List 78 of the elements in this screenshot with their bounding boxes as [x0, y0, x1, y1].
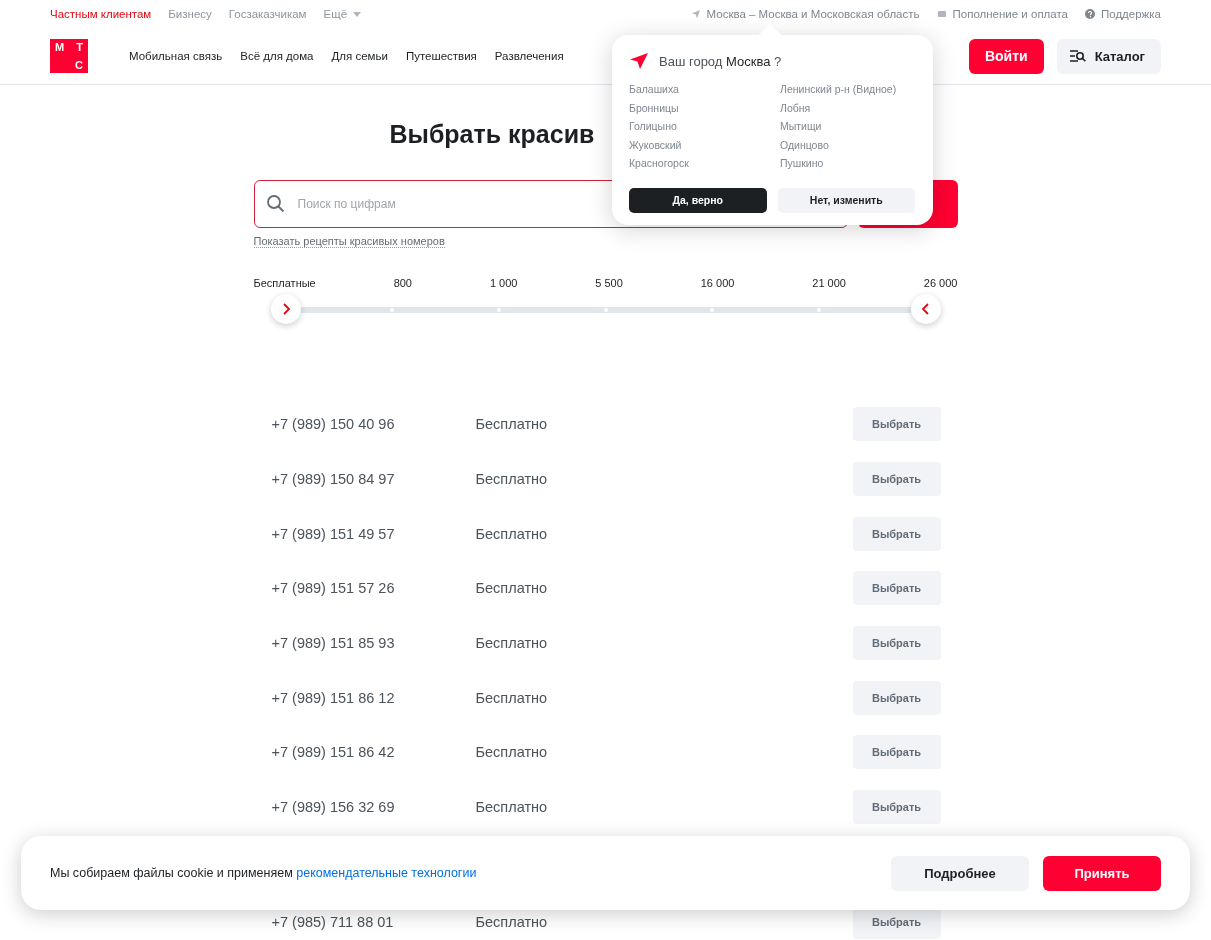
number-price: Бесплатно — [475, 416, 549, 433]
caret-icon — [353, 12, 362, 18]
number-price: Бесплатно — [475, 580, 549, 597]
chevron-left-icon — [920, 303, 931, 315]
segment-link[interactable]: Госзаказчикам — [228, 8, 307, 20]
number-price: Бесплатно — [475, 525, 549, 542]
phone-number: +7 (989) 151 86 12 — [271, 689, 396, 706]
city-link[interactable]: Красногорск — [629, 157, 780, 176]
phone-number: +7 (989) 151 57 26 — [271, 580, 396, 597]
help-icon — [1085, 9, 1095, 19]
segment-link[interactable]: Ещё — [323, 8, 362, 20]
city-question: Ваш город Москва ? — [659, 53, 782, 69]
segment-link[interactable]: Бизнесу — [168, 8, 212, 20]
top-link[interactable]: Москва – Москва и Московская область — [690, 8, 920, 20]
phone-number: +7 (989) 150 40 96 — [271, 416, 396, 433]
select-button[interactable]: Выбрать — [852, 790, 941, 825]
price-tick-label: 26 000 — [923, 277, 958, 289]
phone-number: +7 (989) 151 86 42 — [271, 744, 396, 761]
city-link[interactable]: Лобня — [780, 101, 915, 120]
price-tick-label: 1 000 — [489, 277, 518, 289]
location-arrow-icon — [629, 52, 649, 70]
number-price: Бесплатно — [475, 635, 549, 652]
logo[interactable]: М Т С — [50, 39, 88, 73]
select-button[interactable]: Выбрать — [852, 735, 941, 770]
nav-link[interactable]: Всё для дома — [240, 50, 314, 62]
city-link[interactable]: Голицыно — [629, 120, 780, 139]
nav-link[interactable]: Развлечения — [494, 50, 564, 62]
cookie-link[interactable]: рекомендательные технологии — [296, 866, 477, 880]
phone-number: +7 (985) 711 88 01 — [271, 913, 395, 930]
slider-handle[interactable] — [270, 294, 301, 324]
phone-number: +7 (989) 150 84 97 — [271, 471, 396, 488]
segment-link[interactable]: Частным клиентам — [50, 8, 152, 20]
city-link[interactable]: Жуковский — [629, 138, 780, 157]
number-price: Бесплатно — [475, 799, 549, 816]
number-price: Бесплатно — [475, 744, 549, 761]
number-price: Бесплатно — [475, 471, 549, 488]
slider-handle[interactable] — [910, 294, 941, 324]
city-link[interactable]: Одинцово — [780, 138, 915, 157]
city-link[interactable]: Пушкино — [780, 157, 915, 176]
select-button[interactable]: Выбрать — [852, 626, 941, 661]
accept-button[interactable]: Принять — [1043, 855, 1161, 891]
city-link[interactable]: Мытищи — [780, 120, 915, 139]
catalog-search-icon — [1068, 49, 1087, 63]
page-title: Выбрать красив — [389, 119, 595, 149]
nav-link[interactable]: Путешествия — [405, 50, 477, 62]
select-button[interactable]: Выбрать — [852, 680, 941, 715]
phone-number: +7 (989) 151 49 57 — [271, 525, 396, 542]
location-arrow-icon — [690, 9, 701, 19]
nav-link[interactable]: Мобильная связь — [129, 50, 223, 62]
nav-link[interactable]: Для семьи — [331, 50, 388, 62]
search-icon — [265, 194, 286, 214]
city-link[interactable]: Балашиха — [629, 83, 780, 102]
card-icon — [936, 9, 947, 19]
select-button[interactable]: Выбрать — [852, 516, 941, 551]
select-button[interactable]: Выбрать — [852, 462, 941, 497]
city-link[interactable]: Бронницы — [629, 101, 780, 120]
price-tick-label: 5 500 — [595, 277, 623, 289]
select-button[interactable]: Выбрать — [852, 571, 941, 606]
price-tick-label: 21 000 — [812, 277, 846, 289]
login-button[interactable]: Войти — [968, 38, 1044, 74]
confirm-button[interactable]: Да, верно — [629, 187, 767, 213]
select-button[interactable]: Выбрать — [852, 407, 941, 442]
recipes-link[interactable]: Показать рецепты красивых номеров — [253, 235, 445, 248]
cookie-text: Мы собираем файлы cookie и применяем рекомендательные технологии — [50, 866, 478, 880]
change-button[interactable]: Нет, изменить — [777, 187, 915, 213]
price-tick-label: 16 000 — [700, 277, 735, 289]
phone-number: +7 (989) 151 85 93 — [271, 635, 396, 652]
price-tick-label: 800 — [393, 277, 412, 289]
price-tick-label: Бесплатные — [253, 277, 316, 289]
chevron-right-icon — [280, 303, 291, 315]
phone-number: +7 (989) 156 32 69 — [271, 799, 396, 816]
city-link[interactable]: Ленинский р-н (Видное) — [780, 83, 915, 102]
catalog-button[interactable]: Каталог — [1056, 38, 1161, 74]
top-link[interactable]: Пополнение и оплата — [936, 8, 1068, 20]
more-button[interactable]: Подробнее — [891, 855, 1029, 891]
number-price: Бесплатно — [475, 913, 549, 930]
top-link[interactable]: Поддержка — [1085, 8, 1161, 20]
number-price: Бесплатно — [475, 689, 549, 706]
